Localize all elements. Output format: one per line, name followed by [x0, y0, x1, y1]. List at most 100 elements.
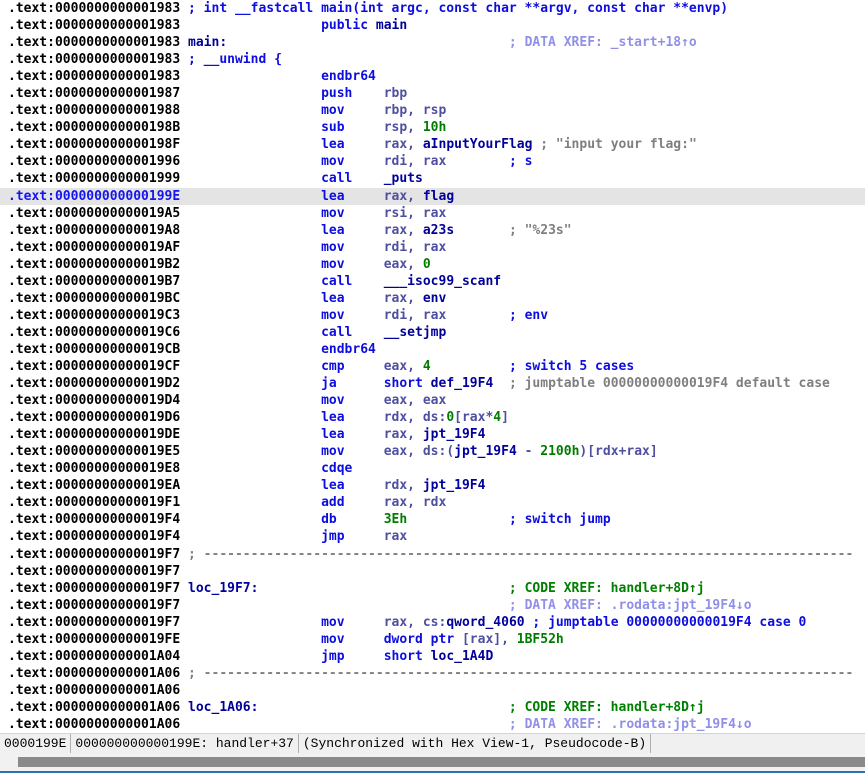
listing-line[interactable]: .text:0000000000001A06 ; DATA XREF: .rod…: [0, 716, 865, 733]
listing-line[interactable]: .text:0000000000001983 main: ; DATA XREF…: [0, 34, 865, 51]
symbol-name[interactable]: ___isoc99_scanf: [384, 274, 501, 289]
listing-line[interactable]: .text:0000000000001A04 jmp short loc_1A4…: [0, 648, 865, 665]
symbol-name[interactable]: main: [376, 18, 407, 33]
listing-line[interactable]: .text:00000000000019CF cmp eax, 4 ; swit…: [0, 358, 865, 375]
symbol-name[interactable]: env: [423, 291, 446, 306]
listing-line[interactable]: .text:00000000000019C6 call __setjmp: [0, 324, 865, 341]
mnemonic: sub: [321, 120, 344, 135]
mnemonic: jmp: [321, 529, 344, 544]
listing-line[interactable]: .text:0000000000001983 ; __unwind {: [0, 51, 865, 68]
data-xref[interactable]: ; DATA XREF: .rodata:jpt_19F4↓o: [509, 598, 752, 613]
mnemonic: mov: [321, 154, 344, 169]
listing-line[interactable]: .text:00000000000019A8 lea rax, a23s ; "…: [0, 222, 865, 239]
spacer: [454, 223, 509, 238]
listing-line[interactable]: .text:0000000000001983 endbr64: [0, 68, 865, 85]
operand: -: [517, 444, 540, 459]
listing-line[interactable]: .text:00000000000019F7 loc_19F7: ; CODE …: [0, 580, 865, 597]
comment: ; switch 5 cases: [509, 359, 634, 374]
listing-line[interactable]: .text:00000000000019D6 lea rdx, ds:0[rax…: [0, 409, 865, 426]
address: .text:0000000000001A06: [8, 683, 180, 698]
number-literal: 4: [493, 410, 501, 425]
listing-line[interactable]: .text:0000000000001983 public main: [0, 17, 865, 34]
symbol-name[interactable]: a23s: [423, 223, 454, 238]
symbol-name[interactable]: aInputYourFlag: [423, 137, 533, 152]
listing-line[interactable]: .text:000000000000198F lea rax, aInputYo…: [0, 136, 865, 153]
symbol-name[interactable]: qword_4060: [446, 615, 524, 630]
spacer: [180, 325, 321, 340]
listing-line[interactable]: .text:00000000000019B2 mov eax, 0: [0, 256, 865, 273]
listing-line[interactable]: .text:0000000000001988 mov rbp, rsp: [0, 102, 865, 119]
spacer: [180, 512, 321, 527]
symbol-name[interactable]: main:: [188, 35, 227, 50]
symbol-name[interactable]: def_19F4: [431, 376, 494, 391]
listing-line[interactable]: .text:00000000000019DE lea rax, jpt_19F4: [0, 426, 865, 443]
mnemonic: ja: [321, 376, 337, 391]
horizontal-scrollbar[interactable]: [0, 753, 865, 771]
mnemonic: mov: [321, 615, 344, 630]
listing-line[interactable]: .text:00000000000019F7 ; DATA XREF: .rod…: [0, 597, 865, 614]
listing-line[interactable]: .text:00000000000019E5 mov eax, ds:(jpt_…: [0, 443, 865, 460]
auto-comment: ; --------------------------------------…: [180, 547, 853, 562]
listing-line[interactable]: .text:00000000000019A5 mov rsi, rax: [0, 205, 865, 222]
scrollbar-thumb[interactable]: [18, 757, 865, 767]
address: .text:0000000000001A06: [8, 666, 180, 681]
listing-line[interactable]: .text:00000000000019F4 jmp rax: [0, 528, 865, 545]
listing-line[interactable]: .text:000000000000198B sub rsp, 10h: [0, 119, 865, 136]
spacer: [180, 154, 321, 169]
address: .text:00000000000019F7: [8, 598, 180, 613]
spacer: [180, 359, 321, 374]
listing-line[interactable]: .text:00000000000019F7 mov rax, cs:qword…: [0, 614, 865, 631]
code-xref[interactable]: ; CODE XREF: handler+8D↑j: [509, 700, 705, 715]
spacer: [345, 410, 384, 425]
spacer: [180, 478, 321, 493]
symbol-name[interactable]: flag: [423, 189, 454, 204]
address: .text:00000000000019F4: [8, 512, 180, 527]
listing-line-current[interactable]: .text:000000000000199E lea rax, flag: [0, 188, 865, 205]
listing-line[interactable]: .text:00000000000019AF mov rdi, rax: [0, 239, 865, 256]
listing-line[interactable]: .text:00000000000019D2 ja short def_19F4…: [0, 375, 865, 392]
spacer: [180, 632, 321, 647]
spacer: [227, 35, 509, 50]
address: .text:00000000000019F7: [8, 615, 180, 630]
symbol-name[interactable]: jpt_19F4: [454, 444, 517, 459]
listing-line[interactable]: .text:0000000000001A06 loc_1A06: ; CODE …: [0, 699, 865, 716]
listing-line[interactable]: .text:00000000000019F1 add rax, rdx: [0, 494, 865, 511]
symbol-name[interactable]: __setjmp: [384, 325, 447, 340]
listing-line[interactable]: .text:0000000000001987 push rbp: [0, 85, 865, 102]
keyword: public: [321, 18, 368, 33]
symbol-name[interactable]: loc_1A4D: [431, 649, 494, 664]
listing-line[interactable]: .text:00000000000019F7: [0, 563, 865, 580]
code-xref[interactable]: ; CODE XREF: handler+8D↑j: [509, 581, 705, 596]
number-literal: 1BF52h: [517, 632, 564, 647]
listing-line[interactable]: .text:0000000000001983 ; int __fastcall …: [0, 0, 865, 17]
listing-line[interactable]: .text:00000000000019CB endbr64: [0, 341, 865, 358]
listing-line[interactable]: .text:0000000000001A06 ; ---------------…: [0, 665, 865, 682]
symbol-name[interactable]: loc_1A06:: [188, 700, 258, 715]
listing-line[interactable]: .text:00000000000019BC lea rax, env: [0, 290, 865, 307]
listing-line[interactable]: .text:00000000000019C3 mov rdi, rax ; en…: [0, 307, 865, 324]
spacer: [345, 615, 384, 630]
address: .text:00000000000019E8: [8, 461, 180, 476]
address: .text:00000000000019D4: [8, 393, 180, 408]
listing-line[interactable]: .text:00000000000019F7 ; ---------------…: [0, 546, 865, 563]
symbol-name[interactable]: jpt_19F4: [423, 478, 486, 493]
listing-line[interactable]: .text:0000000000001999 call _puts: [0, 170, 865, 187]
listing-line[interactable]: .text:00000000000019E8 cdqe: [0, 460, 865, 477]
listing-line[interactable]: .text:00000000000019D4 mov eax, eax: [0, 392, 865, 409]
symbol-name[interactable]: _puts: [384, 171, 423, 186]
symbol-name[interactable]: jpt_19F4: [423, 427, 486, 442]
listing-line[interactable]: .text:00000000000019F4 db 3Eh ; switch j…: [0, 511, 865, 528]
listing-line[interactable]: .text:00000000000019FE mov dword ptr [ra…: [0, 631, 865, 648]
listing-line[interactable]: .text:00000000000019B7 call ___isoc99_sc…: [0, 273, 865, 290]
listing-line[interactable]: .text:0000000000001996 mov rdi, rax ; s: [0, 153, 865, 170]
spacer: [345, 632, 384, 647]
data-xref[interactable]: ; DATA XREF: _start+18↑o: [509, 35, 697, 50]
listing-line[interactable]: .text:00000000000019EA lea rdx, jpt_19F4: [0, 477, 865, 494]
spacer: [180, 274, 321, 289]
disassembly-listing[interactable]: .text:0000000000001983 ; int __fastcall …: [0, 0, 865, 733]
listing-line[interactable]: .text:0000000000001A06: [0, 682, 865, 699]
symbol-name[interactable]: loc_19F7:: [188, 581, 258, 596]
spacer: [493, 376, 509, 391]
data-xref[interactable]: ; DATA XREF: .rodata:jpt_19F4↓o: [509, 717, 752, 732]
spacer: [180, 581, 188, 596]
